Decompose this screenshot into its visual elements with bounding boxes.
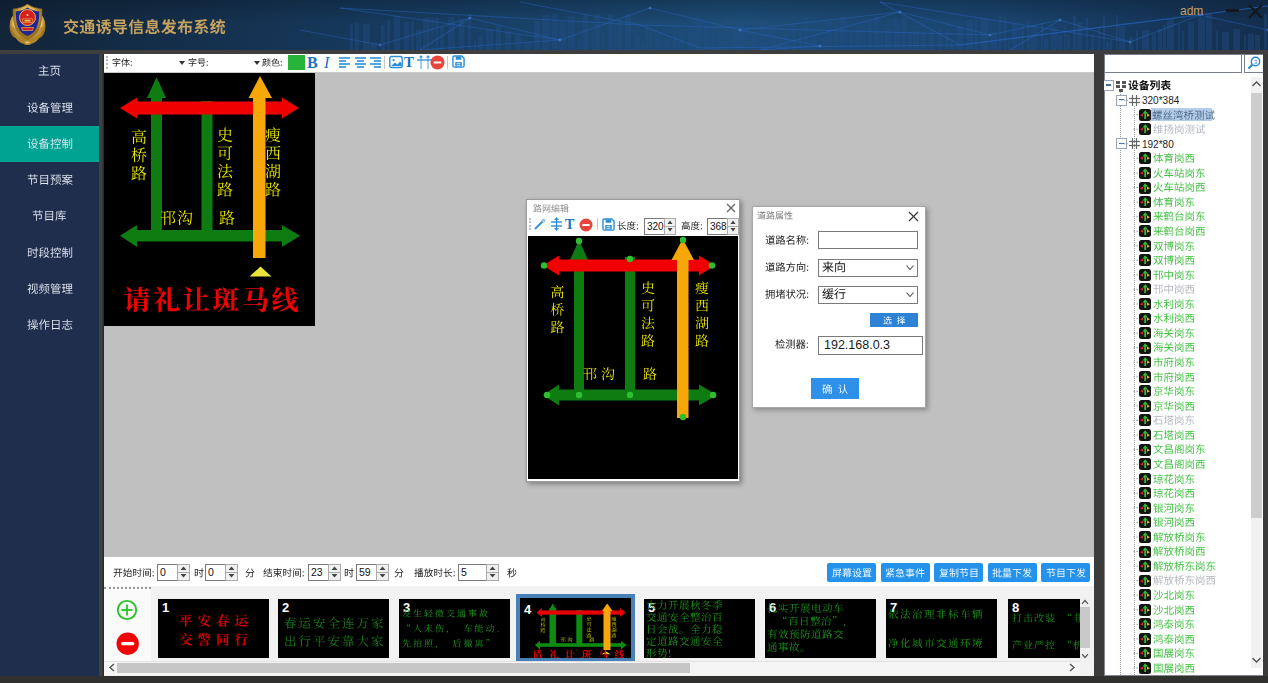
svg-text:3: 3 <box>1254 59 1258 65</box>
